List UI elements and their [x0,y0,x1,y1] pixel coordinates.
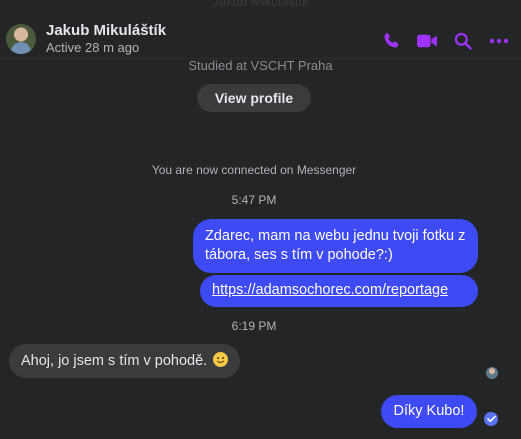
delivered-check-icon [484,412,498,426]
outgoing-message[interactable]: Díky Kubo! [381,395,477,428]
contact-avatar[interactable] [6,24,36,54]
profile-education-text: Studied at VSCHT Praha [188,58,333,73]
incoming-message[interactable]: Ahoj, jo jsem s tím v pohodě. [9,344,241,378]
phone-icon[interactable] [379,30,403,52]
smiling-face-emoji-icon [213,352,229,367]
outgoing-message[interactable]: Zdarec, mam na webu jednu tvoji fotku z … [193,219,478,273]
outgoing-message-link[interactable]: https://adamsochorec.com/reportage [200,275,478,307]
search-icon[interactable] [451,30,475,52]
contact-status: Active 28 m ago [46,40,140,55]
message-text: Ahoj, jo jsem s tím v pohodě. [21,353,208,369]
video-camera-icon[interactable] [415,30,439,52]
message-link[interactable]: https://adamsochorec.com/reportage [212,282,448,298]
scrolled-name-text: Jakub Mikuláštík [212,0,309,9]
message-text: Díky Kubo! [393,403,465,419]
view-profile-button[interactable]: View profile [197,84,311,112]
connected-notice: You are now connected on Messenger [151,163,357,177]
chat-header: Jakub Mikuláštík Jakub Mikuláštík Active… [0,0,521,59]
timestamp: 5:47 PM [231,193,277,207]
seen-by-avatar [486,367,498,379]
message-text: Zdarec, mam na webu jednu tvoji fotku z … [205,228,466,263]
timestamp: 6:19 PM [231,319,277,333]
contact-name[interactable]: Jakub Mikuláštík [46,22,166,39]
more-options-icon[interactable] [487,30,511,52]
